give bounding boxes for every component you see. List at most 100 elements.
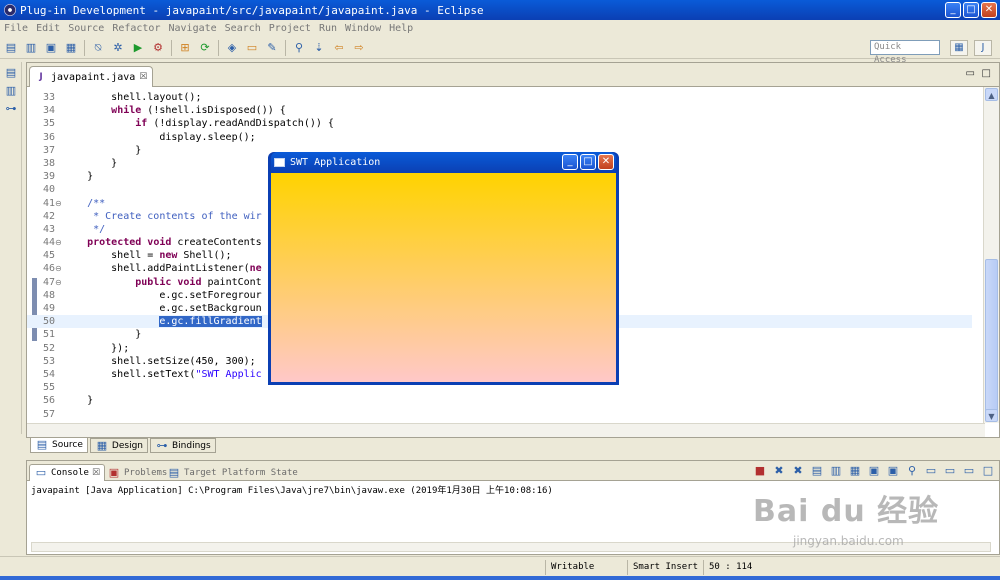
menu-help[interactable]: Help [389,23,413,34]
line-number: 54 [42,368,55,380]
maximize-view-icon[interactable]: □ [981,464,995,478]
display-console-icon[interactable]: ▭ [924,464,938,478]
remove-all-icon[interactable]: ✖ [791,464,805,478]
minimize-button[interactable]: _ [945,2,961,18]
clear-console-icon[interactable]: ▤ [810,464,824,478]
code-text: protected void createContents [63,236,262,249]
menu-window[interactable]: Window [345,23,381,34]
open-type-icon[interactable]: ◈ [225,41,239,55]
close-tab-icon[interactable]: ☒ [139,72,147,82]
scroll-down-icon[interactable]: ▼ [985,409,998,422]
save-icon[interactable]: ▣ [44,41,58,55]
back-icon[interactable]: ⇦ [332,41,346,55]
window-titlebar[interactable]: Plug-in Development - javapaint/src/java… [0,0,1000,20]
eclipse-icon [4,4,16,16]
java-perspective-icon[interactable]: J [974,40,992,56]
new-java-class-icon[interactable]: ⊞ [178,41,192,55]
code-line[interactable]: 57 [27,408,972,421]
open-folder-icon[interactable]: ▭ [245,41,259,55]
menu-navigate[interactable]: Navigate [168,23,216,34]
toolbar-separator [218,39,219,56]
swt-titlebar[interactable]: SWT Application _ □ ✕ [271,152,616,173]
tab-bindings[interactable]: ⊶ Bindings [150,438,216,453]
line-number: 37 [42,144,55,156]
code-line[interactable]: 35 if (!display.readAndDispatch()) { [27,117,972,130]
code-comment: /** [63,197,106,209]
external-tools-icon[interactable]: ⚙ [151,41,165,55]
forward-icon[interactable]: ⇨ [352,41,366,55]
close-tab-icon[interactable]: ☒ [92,468,100,478]
swt-close-button[interactable]: ✕ [598,154,614,170]
swt-application-window[interactable]: SWT Application _ □ ✕ [268,152,619,385]
show-on-output-icon[interactable]: ▣ [867,464,881,478]
remove-launch-icon[interactable]: ✖ [772,464,786,478]
hierarchy-icon[interactable]: ⊶ [4,102,18,116]
menu-file[interactable]: File [4,23,28,34]
code-token: } [63,171,94,183]
line-number: 35 [42,118,55,130]
horizontal-scrollbar[interactable] [27,423,985,437]
open-console-icon[interactable]: ▭ [943,464,957,478]
scrollbar-thumb[interactable] [985,259,998,419]
swt-maximize-button[interactable]: □ [580,154,596,170]
minimize-view-icon[interactable]: ▭ [962,464,976,478]
minimize-editor-icon[interactable]: ▭ [966,68,975,79]
scroll-up-icon[interactable]: ▲ [985,88,998,101]
tab-problems[interactable]: ▣ Problems [103,464,171,481]
line-number: 48 [42,289,55,301]
terminate-icon[interactable]: ■ [753,464,767,478]
maximize-button[interactable]: □ [963,2,979,18]
line-number: 38 [42,157,55,169]
editor-tab-javapaint[interactable]: J javapaint.java ☒ [29,66,154,87]
code-keyword: while [111,105,142,117]
status-writable: Writable [545,560,627,575]
swt-minimize-button[interactable]: _ [562,154,578,170]
run-icon[interactable]: ▶ [131,41,145,55]
debug-icon[interactable]: ✲ [111,41,125,55]
code-keyword: protected void [87,237,172,249]
code-text: display.sleep(); [63,131,255,144]
console-tab-bar: ▭ Console ☒ ▣ Problems ▤ Target Platform… [27,461,999,481]
restore-view-icon[interactable]: ▤ [4,66,18,80]
menu-search[interactable]: Search [225,23,261,34]
pin-icon[interactable]: ⚲ [292,41,306,55]
menu-project[interactable]: Project [269,23,311,34]
refresh-icon[interactable]: ⟳ [198,41,212,55]
menu-refactor[interactable]: Refactor [112,23,160,34]
quick-access-input[interactable]: Quick Access [870,40,940,65]
new-file-icon[interactable]: ▤ [4,41,18,55]
menu-source[interactable]: Source [68,23,104,34]
line-number: 39 [42,171,55,183]
menu-run[interactable]: Run [319,23,337,34]
line-number: 42 [42,210,55,222]
toolbar-separator [285,39,286,56]
tab-target-platform-state[interactable]: ▤ Target Platform State [163,464,302,481]
pin-console-icon[interactable]: ⚲ [905,464,919,478]
code-line[interactable]: 36 display.sleep(); [27,131,972,144]
editor-mode-tabs: ▤ Source ▦ Design ⊶ Bindings [30,438,216,454]
package-explorer-icon[interactable]: ▥ [4,84,18,98]
tab-source[interactable]: ▤ Source [30,438,88,453]
fold-toggle-icon: ⊖ [55,198,62,208]
show-on-error-icon[interactable]: ▣ [886,464,900,478]
code-line[interactable]: 34 while (!shell.isDisposed()) { [27,104,972,117]
vertical-scrollbar[interactable]: ▲ ▼ [983,87,999,423]
tab-design[interactable]: ▦ Design [89,438,148,453]
word-wrap-icon[interactable]: ▦ [848,464,862,478]
new-project-icon[interactable]: ▥ [24,41,38,55]
next-annotation-icon[interactable]: ⇣ [312,41,326,55]
line-number: 33 [42,92,55,103]
close-button[interactable]: ✕ [981,2,997,18]
scroll-lock-icon[interactable]: ▥ [829,464,843,478]
code-line[interactable]: 56 } [27,394,972,407]
maximize-editor-icon[interactable]: □ [982,68,991,79]
search-icon[interactable]: ✎ [265,41,279,55]
open-perspective-icon[interactable]: ▦ [950,40,968,56]
menu-edit[interactable]: Edit [36,23,60,34]
tab-console[interactable]: ▭ Console ☒ [29,464,106,481]
skip-breakpoints-icon[interactable]: ⍉ [91,41,105,55]
print-icon[interactable]: ▦ [64,41,78,55]
code-line[interactable]: 33 shell.layout(); [27,91,972,104]
code-token: e.gc.setBackgroun [63,303,262,314]
